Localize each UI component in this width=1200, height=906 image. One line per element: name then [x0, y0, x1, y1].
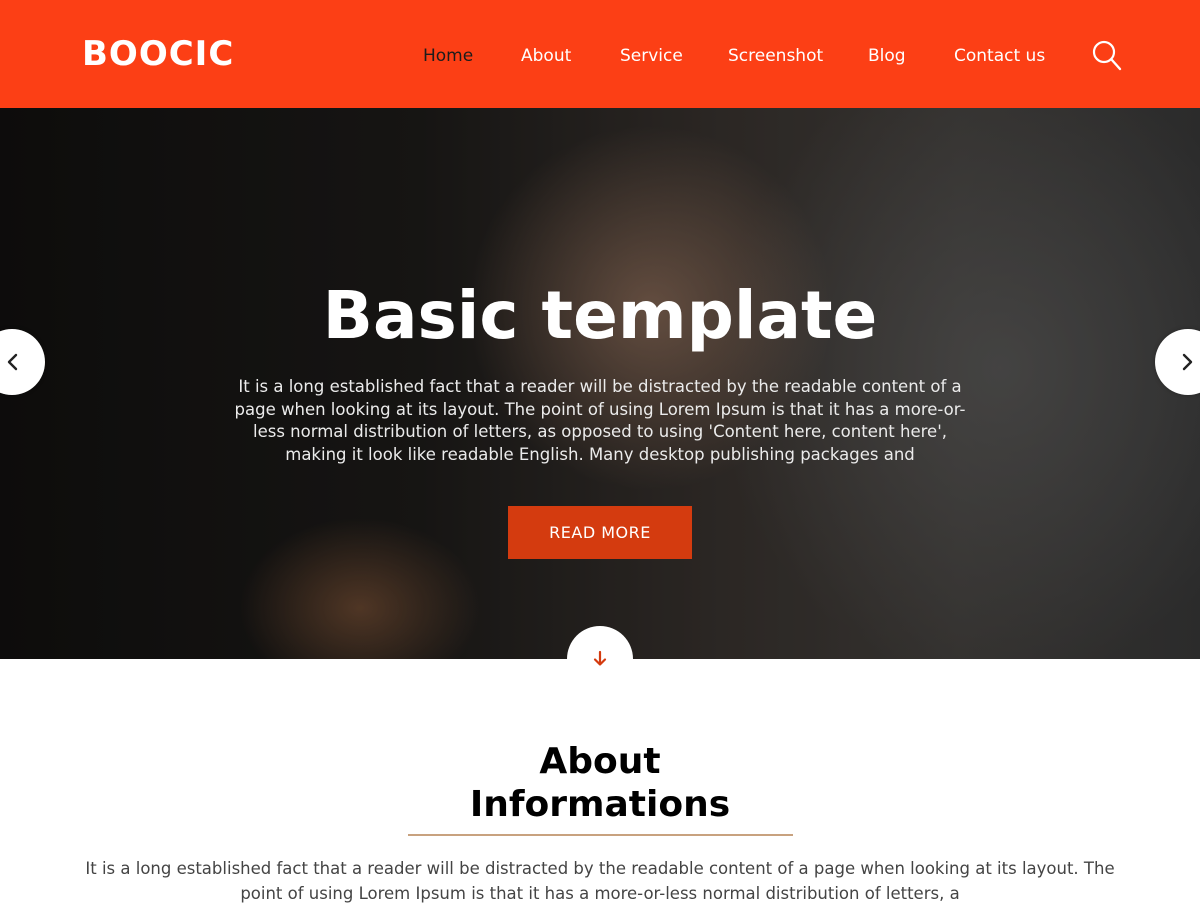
hero-title: Basic template [322, 277, 878, 354]
scroll-down-button[interactable] [567, 626, 633, 692]
nav-item-home[interactable]: Home [423, 44, 473, 68]
nav-item-blog[interactable]: Blog [868, 44, 906, 68]
hero-slider: Basic template It is a long established … [0, 108, 1200, 659]
nav-item-contact-us[interactable]: Contact us [954, 44, 1045, 68]
chevron-right-icon [1182, 353, 1193, 371]
about-divider [408, 834, 793, 836]
nav-item-service[interactable]: Service [620, 44, 683, 68]
main-nav: Home About Service Screenshot Blog Conta… [0, 44, 1200, 68]
about-title-text: About Informations [469, 741, 731, 825]
nav-item-about[interactable]: About [521, 44, 571, 68]
hero-description: It is a long established fact that a rea… [234, 377, 966, 465]
site-header: BOOCIC Home About Service Screenshot Blo… [0, 0, 1200, 108]
read-more-button[interactable]: READ MORE [508, 506, 692, 559]
search-icon[interactable] [1092, 40, 1122, 72]
arrow-down-icon [593, 650, 607, 666]
chevron-left-icon [7, 353, 18, 371]
about-title: About Informations [0, 740, 1200, 826]
nav-item-screenshot[interactable]: Screenshot [728, 44, 823, 68]
about-description: It is a long established fact that a rea… [85, 859, 1115, 903]
